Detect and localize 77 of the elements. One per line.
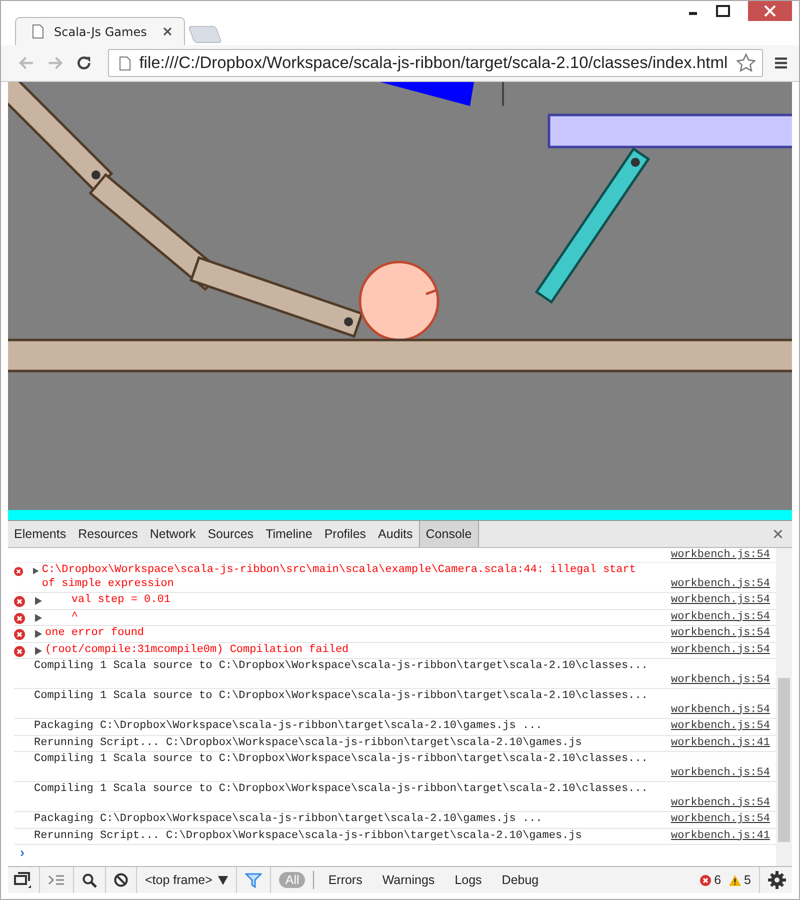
source-link[interactable]: workbench.js:54 <box>646 627 770 640</box>
filter-button[interactable]: Logs <box>448 872 488 888</box>
devtools-tab[interactable]: Elements <box>8 521 72 547</box>
expand-triangle-icon[interactable] <box>35 597 42 605</box>
filter-button[interactable]: Debug <box>496 872 545 888</box>
devtools-tab[interactable]: Console <box>418 521 479 547</box>
source-link[interactable]: workbench.js:54 <box>646 548 770 562</box>
close-icon[interactable] <box>163 27 172 36</box>
close-icon <box>764 5 776 17</box>
console-message: Compiling 1 Scala source to C:\Dropbox\Workspace\scala-js-ribbon\target\scala-2.10\classes... <box>34 660 648 674</box>
devtools-tab[interactable]: Profiles <box>318 521 372 547</box>
expand-triangle-icon[interactable] <box>35 646 42 654</box>
error-icon <box>700 874 712 886</box>
maximize-icon[interactable] <box>716 5 730 17</box>
devtools-tab[interactable]: Timeline <box>260 521 318 547</box>
reload-icon[interactable] <box>76 54 92 72</box>
devtools-tab[interactable]: Sources <box>202 521 260 547</box>
source-link[interactable]: workbench.js:54 <box>646 578 770 591</box>
star-icon[interactable] <box>736 53 756 73</box>
source-link[interactable]: workbench.js:54 <box>646 674 770 687</box>
close-icon[interactable] <box>774 530 782 538</box>
console-message: Compiling 1 Scala source to C:\Dropbox\Workspace\scala-js-ribbon\target\scala-2.10\classes... <box>34 783 648 796</box>
scrollbar-thumb[interactable] <box>778 678 790 842</box>
console-message: Rerunning Script... C:\Dropbox\Workspace\scala-js-ribbon\target\scala-2.10\games.js <box>34 736 582 750</box>
filter-button[interactable]: Warnings <box>376 872 441 888</box>
warning-icon <box>729 874 742 886</box>
expand-triangle-icon[interactable] <box>35 630 42 638</box>
source-link[interactable]: workbench.js:54 <box>646 813 770 826</box>
frame-select[interactable]: <top frame> <box>145 873 228 887</box>
source-link[interactable]: workbench.js:54 <box>646 766 770 780</box>
devtools-tab[interactable]: Resources <box>72 521 144 547</box>
caret-icon <box>218 876 228 884</box>
menu-icon[interactable] <box>774 56 788 70</box>
dock-icon[interactable] <box>14 872 31 888</box>
error-icon <box>14 612 25 624</box>
error-icon <box>14 566 24 577</box>
console-message: ^ <box>70 610 80 624</box>
devtools-tab[interactable]: Network <box>144 521 202 547</box>
browser-tab[interactable]: Scala-Js Games <box>15 17 185 45</box>
tab-title: Scala-Js Games <box>54 24 148 38</box>
console-message: Rerunning Script... C:\Dropbox\Workspace\scala-js-ribbon\target\scala-2.10\games.js <box>34 830 582 843</box>
address-bar[interactable]: file:///C:/Dropbox/Workspace/scala-js-ribbon/target/scala-2.10/classes/index.html <box>108 49 763 77</box>
filter-icon[interactable] <box>245 872 262 888</box>
page-icon <box>119 56 132 70</box>
url-text: file:///C:/Dropbox/Workspace/scala-js-ribbon/target/scala-2.10/classes/index.html <box>139 54 728 72</box>
error-count: 6 <box>714 873 722 887</box>
source-link[interactable]: workbench.js:54 <box>646 796 770 810</box>
source-link[interactable]: workbench.js:54 <box>646 594 770 608</box>
console-message: Compiling 1 Scala source to C:\Dropbox\Workspace\scala-js-ribbon\target\scala-2.10\classes... <box>34 753 648 766</box>
page-icon <box>32 24 44 39</box>
devtools-tab[interactable]: Audits <box>372 521 419 547</box>
source-link[interactable]: workbench.js:54 <box>646 720 770 734</box>
error-icon <box>14 629 25 640</box>
console-message: (root/compile:31mcompile0m) Compilation failed <box>45 644 350 657</box>
clear-icon[interactable] <box>114 873 128 887</box>
source-link[interactable]: workbench.js:54 <box>646 704 770 717</box>
console-message: Compiling 1 Scala source to C:\Dropbox\Workspace\scala-js-ribbon\target\scala-2.10\classes... <box>34 690 648 704</box>
search-icon[interactable] <box>82 872 97 888</box>
expand-triangle-icon[interactable] <box>33 567 39 575</box>
console-message: val step = 0.01 <box>70 594 172 608</box>
close-button[interactable] <box>748 1 792 21</box>
settings-icon[interactable] <box>768 871 786 889</box>
prompt-caret[interactable]: › <box>18 846 26 862</box>
warning-count: 5 <box>744 873 751 887</box>
source-link[interactable]: workbench.js:54 <box>646 610 770 624</box>
console-drawer-icon[interactable] <box>48 873 65 887</box>
console-message: one error found <box>45 627 146 640</box>
console-message: Packaging C:\Dropbox\Workspace\scala-js-ribbon\target\scala-2.10\games.js ... <box>34 720 542 734</box>
source-link[interactable]: workbench.js:41 <box>646 736 770 750</box>
filter-button[interactable]: Errors <box>322 872 368 888</box>
error-icon <box>14 596 25 607</box>
source-link[interactable]: workbench.js:41 <box>646 830 770 843</box>
expand-triangle-icon[interactable] <box>35 614 42 622</box>
console-message: Packaging C:\Dropbox\Workspace\scala-js-ribbon\target\scala-2.10\games.js ... <box>34 813 542 826</box>
scrollbar[interactable] <box>776 548 792 866</box>
error-icon <box>14 646 25 656</box>
source-link[interactable]: workbench.js:54 <box>646 644 770 657</box>
